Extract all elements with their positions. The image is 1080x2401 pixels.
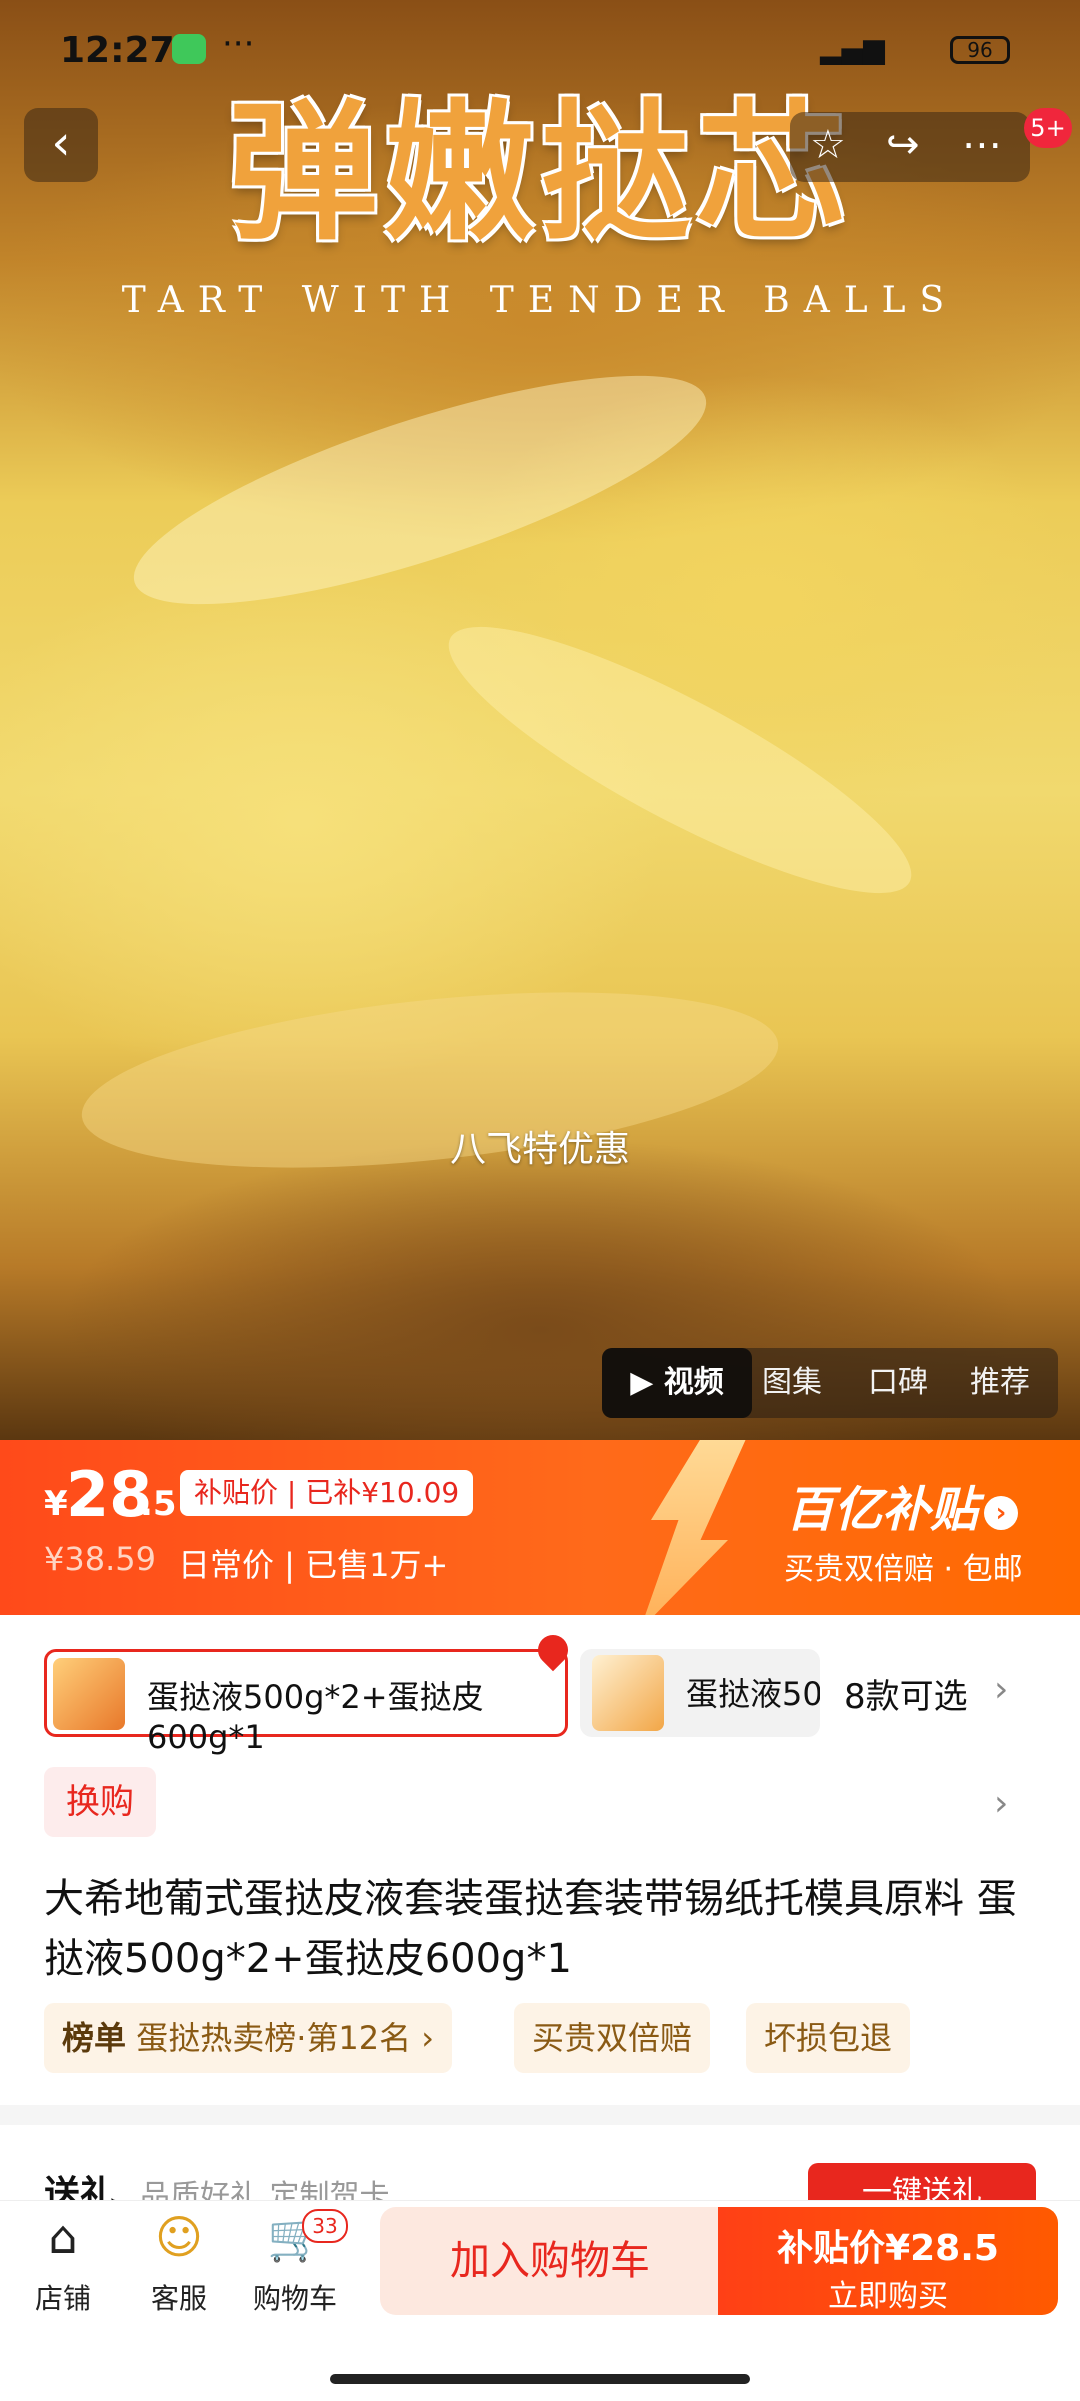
product-title: 大希地葡式蛋挞皮液套装蛋挞套装带锡纸托模具原料 蛋挞液500g*2+蛋挞皮600… [44, 1876, 1017, 1982]
gift-title: 送礼 [44, 2174, 117, 2205]
chevron-right-icon: › [984, 1496, 1019, 1530]
share-icon[interactable]: ↪ [886, 122, 920, 168]
subsidy-brand-link[interactable]: 百亿补贴 › [786, 1470, 1019, 1540]
buy-price: 补贴价¥28.5 [777, 2228, 999, 2269]
guarantee-chip[interactable]: 买贵双倍赔 [514, 2003, 711, 2073]
add-to-cart-button[interactable]: 加入购物车 [380, 2207, 720, 2315]
customer-service-button[interactable]: ☺ 客服 [124, 2201, 234, 2317]
price-currency: ¥ [44, 1484, 68, 1524]
subsidy-tag: 补贴价 | 已补¥10.09 [180, 1470, 474, 1516]
product-info-card: 蛋挞液500g*2+蛋挞皮600g*1 蛋挞液500g*2+蛋挞皮600g*1 … [0, 1615, 1080, 2105]
tab-recommend[interactable]: 推荐 [970, 1348, 1030, 1418]
bottom-action-bar: ⌂ 店铺 ☺ 客服 🛒 购物车 33 加入购物车 补贴价¥28.5 立即购买 [0, 2200, 1080, 2401]
swap-purchase-tag[interactable]: 换购 [44, 1767, 156, 1837]
price-decimal: .5 [140, 1484, 177, 1524]
refund-chip[interactable]: 坏损包退 [746, 2003, 911, 2073]
sku-count[interactable]: 8款可选 [844, 1669, 968, 1718]
notification-badge: 5+ [1024, 108, 1072, 148]
sku-option-label: 蛋挞液500g*2+蛋挞皮600g*1 [147, 1678, 484, 1756]
sku-option-selected[interactable]: 蛋挞液500g*2+蛋挞皮600g*1 [44, 1649, 568, 1756]
tab-video[interactable]: ▶ 视频 [602, 1348, 752, 1418]
section-divider [0, 2105, 1080, 2125]
sku-option-label: 蛋挞液500g*2+蛋挞皮600g*1 [686, 1675, 820, 1713]
product-hero-image[interactable]: 12:27 ··· ▂▄▆ 96 弹嫩挞芯 TART WITH TENDER B… [0, 0, 1080, 1440]
sku-thumbnail [53, 1658, 125, 1730]
buy-now-button[interactable]: 补贴价¥28.5 立即购买 [718, 2207, 1058, 2315]
home-indicator [330, 2374, 750, 2384]
back-button[interactable]: ‹ [24, 108, 98, 182]
shop-watermark: 八飞特优惠 [449, 1129, 630, 1170]
top-actions: ☆ ↪ ⋯ [790, 112, 1030, 182]
chevron-right-icon[interactable]: › [994, 1783, 1008, 1824]
sku-thumbnail [592, 1655, 664, 1731]
tab-reviews[interactable]: 口碑 [868, 1348, 928, 1418]
buy-label: 立即购买 [828, 2279, 948, 2314]
play-icon: ▶ [630, 1365, 664, 1400]
gift-button[interactable]: 一键送礼 [808, 2163, 1036, 2205]
cart-count-badge: 33 [302, 2209, 348, 2243]
original-price: ¥38.59 [44, 1540, 156, 1578]
media-tabs: ▶ 视频 图集 口碑 推荐 [602, 1348, 1058, 1418]
hero-subline: TART WITH TENDER BALLS [121, 280, 959, 321]
lightning-decoration [640, 1440, 750, 1615]
shop-icon: ⌂ [48, 2210, 78, 2264]
price-bar: ¥ 28 .5 补贴价 | 已补¥10.09 ¥38.59 日常价 | 已售1万… [0, 1440, 1080, 1615]
brand-subtitle: 买贵双倍赔 · 包邮 [784, 1552, 1023, 1587]
gift-section: 送礼 品质好礼 定制贺卡 一键送礼 [0, 2125, 1080, 2205]
sales-count: 日常价 | 已售1万+ [178, 1546, 449, 1584]
star-icon[interactable]: ☆ [810, 122, 846, 168]
more-icon[interactable]: ⋯ [962, 122, 1002, 168]
service-icon: ☺ [155, 2210, 203, 2264]
tab-gallery[interactable]: 图集 [762, 1348, 822, 1418]
shop-button[interactable]: ⌂ 店铺 [8, 2201, 118, 2317]
chevron-right-icon[interactable]: › [994, 1669, 1008, 1710]
ranking-chip[interactable]: 榜单 蛋挞热卖榜·第12名 › [44, 2003, 453, 2073]
